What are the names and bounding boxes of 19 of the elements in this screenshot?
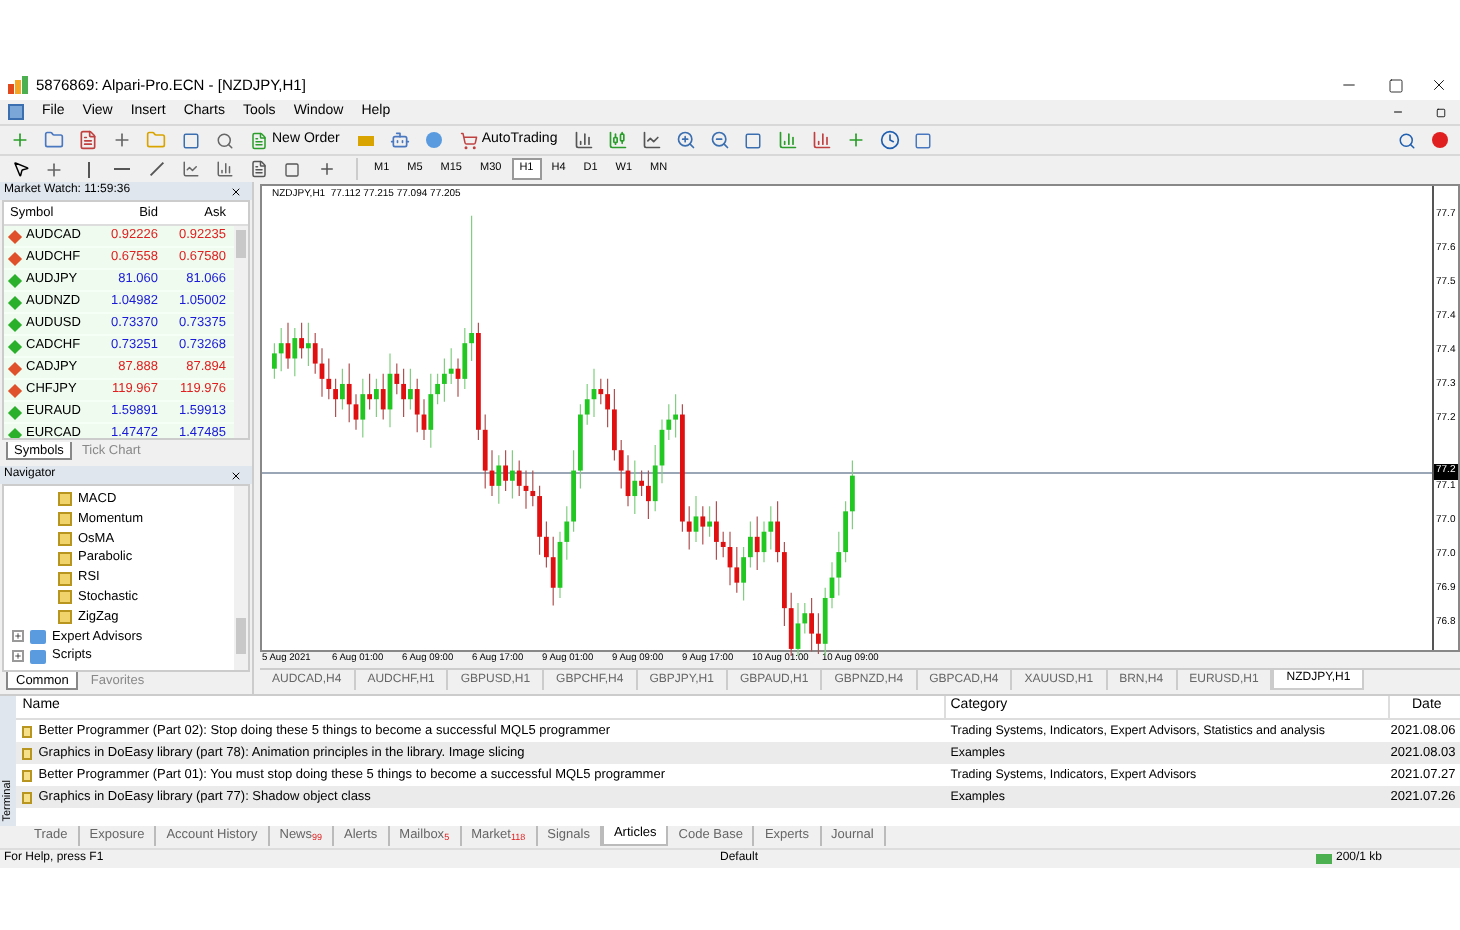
crosshair-icon[interactable]: [42, 157, 66, 181]
document-plus-icon: [250, 131, 268, 149]
scrollbar[interactable]: [234, 226, 248, 438]
cursor-icon[interactable]: [8, 157, 32, 181]
candlestick-icon[interactable]: [605, 128, 630, 152]
line-chart-icon[interactable]: [639, 128, 664, 152]
search-icon[interactable]: [1394, 128, 1418, 152]
connection-icon: [1316, 854, 1332, 864]
bar-chart-icon[interactable]: [571, 128, 596, 152]
clock-icon[interactable]: [877, 128, 902, 152]
zoom-icon[interactable]: [212, 128, 236, 152]
expand-icon[interactable]: [12, 630, 24, 643]
zoom-in-icon[interactable]: [673, 128, 698, 152]
crosshair-icon[interactable]: [110, 128, 134, 152]
cart-icon: [459, 131, 478, 149]
zoom-out-icon[interactable]: [707, 128, 732, 152]
app-logo-icon: [8, 76, 28, 94]
scrollbar[interactable]: [234, 486, 248, 670]
expand-icon[interactable]: [12, 650, 24, 663]
